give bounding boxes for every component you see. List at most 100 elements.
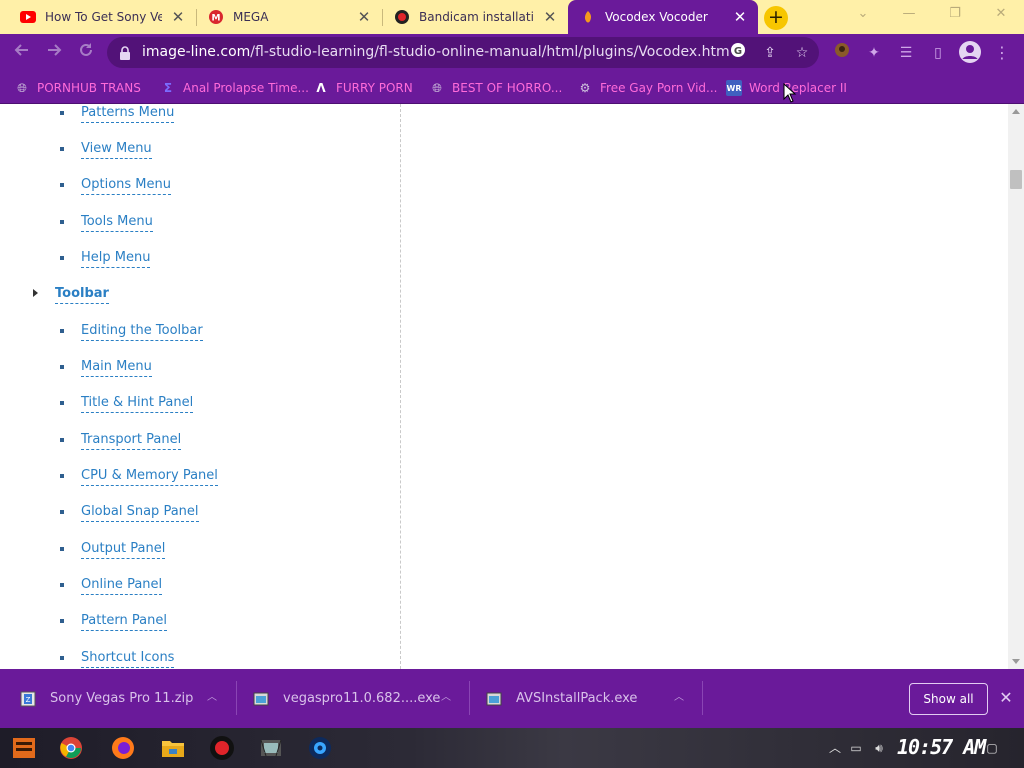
network-icon[interactable]: ▭ — [848, 740, 864, 756]
bookmark-item[interactable]: 🌐︎ PORNHUB TRANS — [14, 78, 141, 98]
url-text[interactable]: image-line.com/fl-studio-learning/fl-stu… — [142, 44, 730, 60]
google-icon[interactable]: G — [727, 42, 749, 64]
chevron-up-icon[interactable]: ︿ — [441, 693, 451, 703]
nav-link[interactable]: Pattern Panel — [81, 612, 167, 631]
reading-list-icon[interactable]: ☰ — [895, 42, 917, 64]
tab-title: MEGA — [233, 10, 269, 24]
file-explorer-icon[interactable] — [156, 732, 190, 764]
bullet-icon — [60, 619, 64, 623]
scroll-up-arrow-icon[interactable] — [1012, 109, 1020, 114]
bullet-icon — [60, 474, 64, 478]
bandicam-icon[interactable] — [205, 732, 239, 764]
mouse-cursor-icon — [783, 83, 797, 103]
nav-link[interactable]: Title & Hint Panel — [81, 394, 194, 413]
nav-link[interactable]: Editing the Toolbar — [81, 322, 203, 341]
nav-link[interactable]: Global Snap Panel — [81, 503, 199, 522]
svg-text:G: G — [734, 46, 742, 57]
bookmark-label: Free Gay Porn Vid... — [600, 81, 718, 95]
caret-right-icon[interactable] — [33, 289, 38, 297]
scrollbar-thumb[interactable] — [1010, 170, 1022, 189]
nav-link[interactable]: Patterns Menu — [81, 104, 175, 123]
extensions-puzzle-icon[interactable]: ✦ — [863, 42, 885, 64]
profile-avatar-icon[interactable] — [957, 40, 983, 66]
close-shelf-icon[interactable]: ✕ — [997, 689, 1015, 707]
extension-avatar-icon[interactable] — [831, 42, 853, 64]
nav-link[interactable]: Main Menu — [81, 358, 152, 377]
bookmark-star-icon[interactable]: ☆ — [791, 42, 813, 64]
close-window-button[interactable]: ✕ — [978, 0, 1024, 30]
download-filename: AVSInstallPack.exe — [516, 691, 638, 706]
bullet-icon — [60, 510, 64, 514]
chevron-up-icon[interactable]: ︿ — [207, 693, 217, 703]
nav-link[interactable]: Output Panel — [81, 540, 166, 559]
taskbar-clock[interactable]: 10:57 AM — [897, 735, 986, 759]
bookmark-label: PORNHUB TRANS — [37, 81, 141, 95]
tab-search-chevron-icon[interactable]: ⌄ — [840, 0, 886, 30]
bookmark-item[interactable]: Σ Anal Prolapse Time... — [160, 78, 309, 98]
tab-title: How To Get Sony Vegas Pro 11 — [45, 10, 162, 24]
nav-link[interactable]: Transport Panel — [81, 431, 182, 450]
share-icon[interactable]: ⇪ — [759, 42, 781, 64]
download-item[interactable]: vegaspro11.0.682....exe ︿ — [253, 669, 463, 728]
restore-button[interactable]: ❐ — [932, 0, 978, 30]
bookmark-item[interactable]: ⚙︎ Free Gay Porn Vid... — [577, 78, 718, 98]
forward-button[interactable] — [41, 40, 67, 66]
word-replacer-icon: WR — [726, 80, 742, 96]
notification-icon[interactable]: ▢ — [984, 740, 1000, 756]
nav-link[interactable]: CPU & Memory Panel — [81, 467, 218, 486]
mega-icon: M — [208, 9, 224, 25]
exe-icon — [486, 691, 502, 707]
menu-kebab-icon[interactable]: ⋮ — [991, 42, 1013, 64]
download-item[interactable]: AVSInstallPack.exe ︿ — [486, 669, 696, 728]
tab-bandicam[interactable]: Bandicam installation ✕ — [382, 0, 568, 34]
lock-icon[interactable] — [119, 45, 131, 60]
close-tab-icon[interactable]: ✕ — [542, 9, 558, 25]
start-icon[interactable] — [7, 732, 41, 764]
chevron-up-icon[interactable]: ︿ — [674, 693, 684, 703]
nav-section-link[interactable]: Toolbar — [55, 285, 109, 304]
browser-toolbar: image-line.com/fl-studio-learning/fl-stu… — [0, 34, 1024, 71]
minimize-button[interactable]: — — [886, 0, 932, 30]
close-tab-icon[interactable]: ✕ — [170, 9, 186, 25]
bookmark-label: Word Replacer II — [749, 81, 847, 95]
bookmark-item[interactable]: Λ FURRY PORN — [313, 78, 412, 98]
bandicam-icon — [394, 9, 410, 25]
nav-link[interactable]: Tools Menu — [81, 213, 153, 232]
nav-link[interactable]: Help Menu — [81, 249, 151, 268]
svg-text:Z: Z — [26, 696, 31, 704]
arrow-a-icon: Λ — [316, 81, 326, 95]
url-host: image-line.com — [142, 44, 251, 60]
tab-mega[interactable]: M MEGA ✕ — [196, 0, 382, 34]
close-tab-icon[interactable]: ✕ — [356, 9, 372, 25]
show-all-button[interactable]: Show all — [909, 683, 988, 715]
new-tab-button[interactable]: + — [764, 6, 788, 30]
sidebar-divider — [400, 104, 401, 669]
page-scrollbar[interactable] — [1008, 104, 1024, 669]
download-separator — [469, 681, 470, 715]
bookmark-item[interactable]: 🌐︎ BEST OF HORRO... — [429, 78, 562, 98]
nav-link[interactable]: Shortcut Icons — [81, 649, 175, 668]
bullet-icon — [60, 438, 64, 442]
video-editor-icon[interactable] — [254, 732, 288, 764]
tab-vocodex[interactable]: Vocodex Vocoder ✕ — [568, 0, 758, 34]
reload-button[interactable] — [73, 40, 99, 66]
fl-studio-icon — [580, 9, 596, 25]
volume-icon[interactable]: 🔊︎ — [871, 740, 887, 756]
nav-link[interactable]: Online Panel — [81, 576, 163, 595]
scroll-down-arrow-icon[interactable] — [1012, 659, 1020, 664]
tab-youtube[interactable]: How To Get Sony Vegas Pro 11 ✕ — [0, 0, 196, 34]
exe-icon — [253, 691, 269, 707]
nav-link[interactable]: Options Menu — [81, 176, 171, 195]
bullet-icon — [60, 547, 64, 551]
address-bar[interactable]: image-line.com/fl-studio-learning/fl-stu… — [107, 37, 819, 68]
close-tab-icon[interactable]: ✕ — [732, 9, 748, 25]
side-panel-icon[interactable]: ▯ — [927, 42, 949, 64]
camera-app-icon[interactable] — [303, 732, 337, 764]
chrome-icon[interactable] — [54, 732, 88, 764]
firefox-icon[interactable] — [106, 732, 140, 764]
download-separator — [236, 681, 237, 715]
download-item[interactable]: Z Sony Vegas Pro 11.zip ︿ — [20, 669, 230, 728]
chevron-up-icon[interactable]: ︿ — [827, 740, 843, 756]
nav-link[interactable]: View Menu — [81, 140, 152, 159]
back-button[interactable] — [9, 40, 35, 66]
